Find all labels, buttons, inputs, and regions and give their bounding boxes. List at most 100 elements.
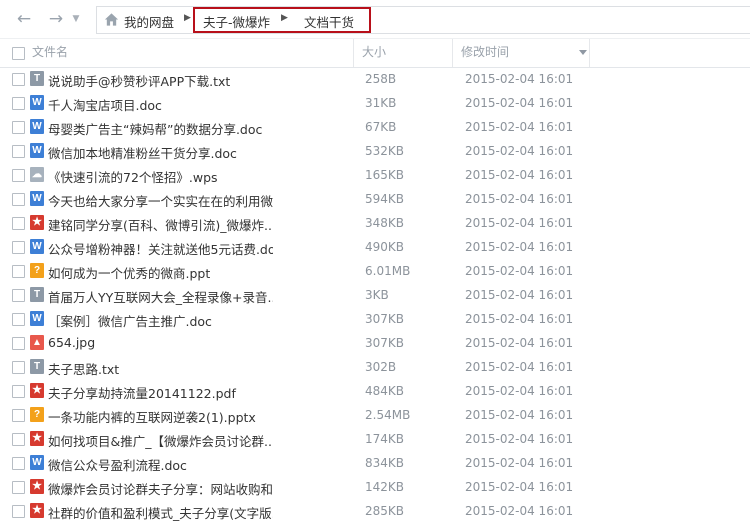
arrow-right-icon[interactable]: → <box>44 8 68 30</box>
row-checkbox[interactable] <box>12 385 25 398</box>
file-modified-date: 2015-02-04 16:01 <box>465 168 574 182</box>
file-name[interactable]: 首届万人YY互联网大会_全程录像+录音... <box>48 287 273 306</box>
row-checkbox[interactable] <box>12 505 25 518</box>
file-modified-date: 2015-02-04 16:01 <box>465 312 574 326</box>
file-size: 490KB <box>365 240 405 254</box>
file-size: 834KB <box>365 456 405 470</box>
sort-desc-icon[interactable] <box>579 50 587 55</box>
file-size: 307KB <box>365 336 405 350</box>
word-doc-icon: W <box>30 311 44 326</box>
select-all-checkbox[interactable] <box>12 47 25 60</box>
file-name[interactable]: 母婴类广告主“辣妈帮”的数据分享.doc <box>48 119 273 138</box>
word-doc-icon: W <box>30 143 44 158</box>
column-header-name[interactable]: 文件名 <box>32 39 68 67</box>
word-doc-icon: W <box>30 119 44 134</box>
file-size: 174KB <box>365 432 405 446</box>
file-row[interactable]: T 说说助手@秒赞秒评APP下载.txt 258B 2015-02-04 16:01 <box>0 67 750 91</box>
file-name[interactable]: 夫子思路.txt <box>48 359 273 378</box>
row-checkbox[interactable] <box>12 217 25 230</box>
row-checkbox[interactable] <box>12 313 25 326</box>
toolbar: ← → ▼ 我的网盘 ▶ 夫子-微爆炸 ▶ 文档干货 <box>0 0 750 38</box>
file-row[interactable]: T 首届万人YY互联网大会_全程录像+录音... 3KB 2015-02-04 16:… <box>0 283 750 307</box>
file-name[interactable]: ［案例］微信广告主推广.doc <box>48 311 273 330</box>
file-size: 285KB <box>365 504 405 518</box>
file-row[interactable]: ★ 如何找项目&推广_【微爆炸会员讨论群... 174KB 2015-02-04 16… <box>0 427 750 451</box>
breadcrumb-home[interactable]: 我的网盘 <box>124 12 174 31</box>
file-size: 6.01MB <box>365 264 411 278</box>
chevron-right-icon: ▶ <box>281 13 288 23</box>
file-modified-date: 2015-02-04 16:01 <box>465 336 574 350</box>
file-row[interactable]: W 微信加本地精准粉丝干货分享.doc 532KB 2015-02-04 16:01 <box>0 139 750 163</box>
file-size: 302B <box>365 360 397 374</box>
row-checkbox[interactable] <box>12 361 25 374</box>
column-header-size[interactable]: 大小 <box>362 39 386 67</box>
pdf-file-icon: ★ <box>30 503 44 518</box>
column-divider[interactable] <box>452 39 453 67</box>
file-row[interactable]: ☁ 《快速引流的72个怪招》.wps 165KB 2015-02-04 16:01 <box>0 163 750 187</box>
file-name[interactable]: 微爆炸会员讨论群夫子分享：网站收购和... <box>48 479 273 498</box>
file-row[interactable]: W 公众号增粉神器！关注就送他5元话费.doc 490KB 2015-02-04 16… <box>0 235 750 259</box>
file-modified-date: 2015-02-04 16:01 <box>465 288 574 302</box>
file-name[interactable]: 如何成为一个优秀的微商.ppt <box>48 263 273 282</box>
row-checkbox[interactable] <box>12 409 25 422</box>
file-name[interactable]: 夫子分享劫持流量20141122.pdf <box>48 383 273 402</box>
home-icon[interactable] <box>104 12 119 27</box>
row-checkbox[interactable] <box>12 121 25 134</box>
file-row[interactable]: T 夫子思路.txt 302B 2015-02-04 16:01 <box>0 355 750 379</box>
row-checkbox[interactable] <box>12 241 25 254</box>
wps-file-icon: ☁ <box>30 167 44 182</box>
pdf-file-icon: ★ <box>30 479 44 494</box>
file-name[interactable]: 说说助手@秒赞秒评APP下载.txt <box>48 71 273 90</box>
arrow-left-icon[interactable]: ← <box>12 8 36 30</box>
column-header-modified[interactable]: 修改时间 <box>461 39 509 67</box>
file-size: 532KB <box>365 144 405 158</box>
text-file-icon: T <box>30 71 44 86</box>
file-name[interactable]: 如何找项目&推广_【微爆炸会员讨论群... <box>48 431 273 450</box>
file-name[interactable]: 微信加本地精准粉丝干货分享.doc <box>48 143 273 162</box>
file-name[interactable]: 654.jpg <box>48 335 273 350</box>
file-row[interactable]: W ［案例］微信广告主推广.doc 307KB 2015-02-04 16:01 <box>0 307 750 331</box>
file-row[interactable]: W 微信公众号盈利流程.doc 834KB 2015-02-04 16:01 <box>0 451 750 475</box>
file-row[interactable]: W 母婴类广告主“辣妈帮”的数据分享.doc 67KB 2015-02-04 16:0… <box>0 115 750 139</box>
row-checkbox[interactable] <box>12 289 25 302</box>
file-row[interactable]: W 今天也给大家分享一个实实在在的利用微... 594KB 2015-02-04 16… <box>0 187 750 211</box>
file-size: 307KB <box>365 312 405 326</box>
row-checkbox[interactable] <box>12 457 25 470</box>
file-name[interactable]: 千人淘宝店项目.doc <box>48 95 273 114</box>
file-row[interactable]: W 千人淘宝店项目.doc 31KB 2015-02-04 16:01 <box>0 91 750 115</box>
row-checkbox[interactable] <box>12 481 25 494</box>
file-row[interactable]: ? 一条功能内裤的互联网逆袭2(1).pptx 2.54MB 2015-02-04 1… <box>0 403 750 427</box>
file-row[interactable]: ★ 社群的价值和盈利模式_夫子分享(文字版... 285KB 2015-02-04 1… <box>0 499 750 523</box>
file-size: 67KB <box>365 120 397 134</box>
file-size: 348KB <box>365 216 405 230</box>
file-name[interactable]: 公众号增粉神器！关注就送他5元话费.doc <box>48 239 273 258</box>
row-checkbox[interactable] <box>12 145 25 158</box>
file-row[interactable]: ★ 微爆炸会员讨论群夫子分享：网站收购和... 142KB 2015-02-04 16… <box>0 475 750 499</box>
file-row[interactable]: ? 如何成为一个优秀的微商.ppt 6.01MB 2015-02-04 16:01 <box>0 259 750 283</box>
file-name[interactable]: 建铭同学分享(百科、微博引流)_微爆炸... <box>48 215 273 234</box>
file-name[interactable]: 微信公众号盈利流程.doc <box>48 455 273 474</box>
file-name[interactable]: 一条功能内裤的互联网逆袭2(1).pptx <box>48 407 273 426</box>
row-checkbox[interactable] <box>12 193 25 206</box>
row-checkbox[interactable] <box>12 337 25 350</box>
file-row[interactable]: ★ 夫子分享劫持流量20141122.pdf 484KB 2015-02-04 16:… <box>0 379 750 403</box>
breadcrumb-item-folder[interactable]: 夫子-微爆炸 <box>203 12 270 31</box>
word-doc-icon: W <box>30 95 44 110</box>
file-name[interactable]: 《快速引流的72个怪招》.wps <box>48 167 273 186</box>
row-checkbox[interactable] <box>12 73 25 86</box>
row-checkbox[interactable] <box>12 265 25 278</box>
row-checkbox[interactable] <box>12 169 25 182</box>
row-checkbox[interactable] <box>12 433 25 446</box>
file-row[interactable]: ★ 建铭同学分享(百科、微博引流)_微爆炸... 348KB 2015-02-04 1… <box>0 211 750 235</box>
column-divider[interactable] <box>589 39 590 67</box>
file-size: 484KB <box>365 384 405 398</box>
pdf-file-icon: ★ <box>30 215 44 230</box>
file-name[interactable]: 今天也给大家分享一个实实在在的利用微... <box>48 191 273 210</box>
file-name[interactable]: 社群的价值和盈利模式_夫子分享(文字版... <box>48 503 273 522</box>
row-checkbox[interactable] <box>12 97 25 110</box>
pdf-file-icon: ★ <box>30 431 44 446</box>
breadcrumb-item-current[interactable]: 文档干货 <box>304 12 354 31</box>
file-row[interactable]: ▲ 654.jpg 307KB 2015-02-04 16:01 <box>0 331 750 355</box>
caret-down-icon[interactable]: ▼ <box>70 8 82 30</box>
column-divider[interactable] <box>353 39 354 67</box>
